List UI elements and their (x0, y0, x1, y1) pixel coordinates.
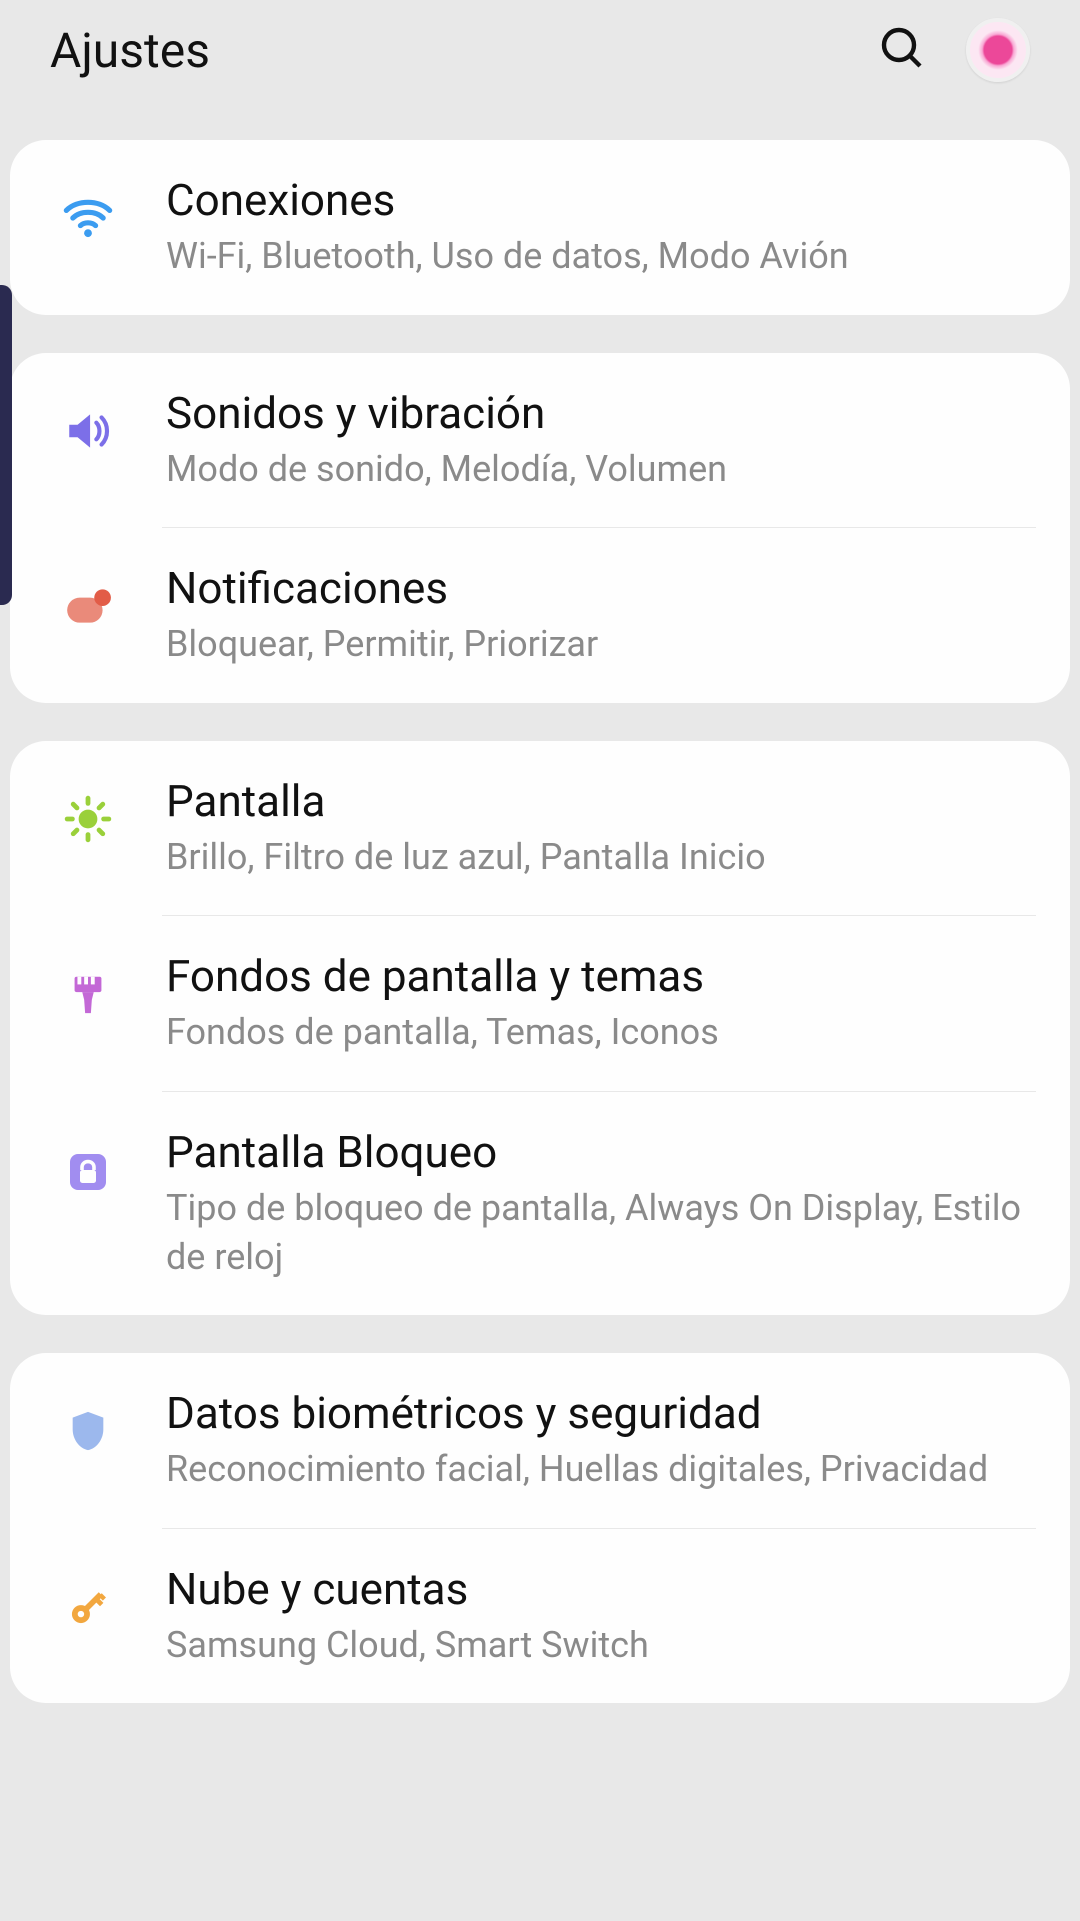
settings-item-subtitle: Brillo, Filtro de luz azul, Pantalla Ini… (166, 833, 1040, 882)
settings-item-subtitle: Samsung Cloud, Smart Switch (166, 1621, 1040, 1670)
shield-icon (60, 1403, 116, 1459)
settings-item-biometrics[interactable]: Datos biométricos y seguridad Reconocimi… (10, 1353, 1070, 1528)
settings-item-cloud[interactable]: Nube y cuentas Samsung Cloud, Smart Swit… (10, 1529, 1070, 1704)
settings-item-lockscreen[interactable]: Pantalla Bloqueo Tipo de bloqueo de pant… (10, 1092, 1070, 1315)
notification-badge-icon (60, 578, 116, 634)
settings-item-display[interactable]: Pantalla Brillo, Filtro de luz azul, Pan… (10, 741, 1070, 916)
settings-item-title: Notificaciones (166, 562, 1040, 614)
search-icon[interactable] (878, 24, 926, 76)
brightness-icon (60, 791, 116, 847)
page-title: Ajustes (50, 22, 210, 79)
key-icon (60, 1579, 116, 1635)
settings-item-subtitle: Fondos de pantalla, Temas, Iconos (166, 1008, 1040, 1057)
speaker-icon (60, 403, 116, 459)
settings-item-subtitle: Tipo de bloqueo de pantalla, Always On D… (166, 1184, 1040, 1281)
settings-item-subtitle: Wi-Fi, Bluetooth, Uso de datos, Modo Avi… (166, 232, 1040, 281)
settings-item-subtitle: Reconocimiento facial, Huellas digitales… (166, 1445, 1040, 1494)
settings-item-title: Conexiones (166, 174, 1040, 226)
settings-item-notifications[interactable]: Notificaciones Bloquear, Permitir, Prior… (10, 528, 1070, 703)
settings-item-subtitle: Bloquear, Permitir, Priorizar (166, 620, 1040, 669)
wifi-icon (60, 190, 116, 246)
header: Ajustes (0, 0, 1080, 100)
settings-card: Datos biométricos y seguridad Reconocimi… (10, 1353, 1070, 1703)
settings-content: Conexiones Wi-Fi, Bluetooth, Uso de dato… (0, 100, 1080, 1703)
settings-item-connections[interactable]: Conexiones Wi-Fi, Bluetooth, Uso de dato… (10, 140, 1070, 315)
header-actions (878, 18, 1030, 82)
settings-item-title: Fondos de pantalla y temas (166, 950, 1040, 1002)
settings-item-title: Nube y cuentas (166, 1563, 1040, 1615)
settings-item-title: Pantalla (166, 775, 1040, 827)
profile-avatar[interactable] (966, 18, 1030, 82)
paintbrush-icon (60, 966, 116, 1022)
lock-icon (60, 1142, 116, 1198)
settings-item-title: Datos biométricos y seguridad (166, 1387, 1040, 1439)
settings-card: Conexiones Wi-Fi, Bluetooth, Uso de dato… (10, 140, 1070, 315)
side-edge-handle[interactable] (0, 285, 12, 605)
settings-item-wallpapers[interactable]: Fondos de pantalla y temas Fondos de pan… (10, 916, 1070, 1091)
settings-card: Pantalla Brillo, Filtro de luz azul, Pan… (10, 741, 1070, 1315)
settings-item-title: Pantalla Bloqueo (166, 1126, 1040, 1178)
settings-card: Sonidos y vibración Modo de sonido, Melo… (10, 353, 1070, 703)
settings-item-subtitle: Modo de sonido, Melodía, Volumen (166, 445, 1040, 494)
settings-item-sounds[interactable]: Sonidos y vibración Modo de sonido, Melo… (10, 353, 1070, 528)
settings-item-title: Sonidos y vibración (166, 387, 1040, 439)
